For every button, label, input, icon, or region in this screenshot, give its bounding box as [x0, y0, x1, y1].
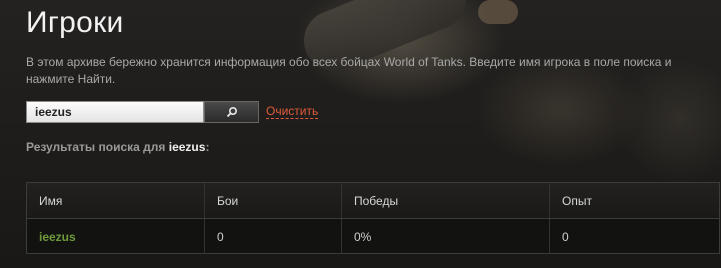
- column-header-wins[interactable]: Победы: [342, 183, 550, 218]
- column-header-name[interactable]: Имя: [27, 183, 205, 218]
- intro-text: В этом архиве бережно хранится информаци…: [26, 55, 672, 86]
- column-header-experience[interactable]: Опыт: [550, 183, 719, 218]
- players-table: Имя Бои Победы Опыт ieezus 0 0% 0: [26, 182, 720, 254]
- battles-cell: 0: [205, 219, 342, 254]
- column-header-battles[interactable]: Бои: [205, 183, 342, 218]
- players-page: Игроки В этом архиве бережно хранится ин…: [0, 0, 721, 268]
- experience-cell: 0: [562, 229, 569, 244]
- wins-cell: 0%: [342, 219, 550, 254]
- results-prefix: Результаты поиска для: [26, 140, 166, 154]
- results-query: ieezus: [168, 140, 206, 154]
- player-search-input[interactable]: [26, 101, 204, 123]
- search-results-label: Результаты поиска для ieezus:: [26, 140, 209, 154]
- search-icon: [226, 106, 237, 118]
- table-header-row: Имя Бои Победы Опыт: [27, 183, 719, 219]
- clear-search-link[interactable]: Очистить: [266, 104, 319, 119]
- page-title: Игроки: [26, 6, 124, 39]
- player-name-link[interactable]: ieezus: [39, 230, 76, 244]
- results-suffix: :: [205, 140, 210, 154]
- player-name-cell: ieezus: [27, 219, 205, 254]
- table-row: ieezus 0 0% 0: [27, 219, 719, 254]
- search-button[interactable]: [204, 101, 259, 123]
